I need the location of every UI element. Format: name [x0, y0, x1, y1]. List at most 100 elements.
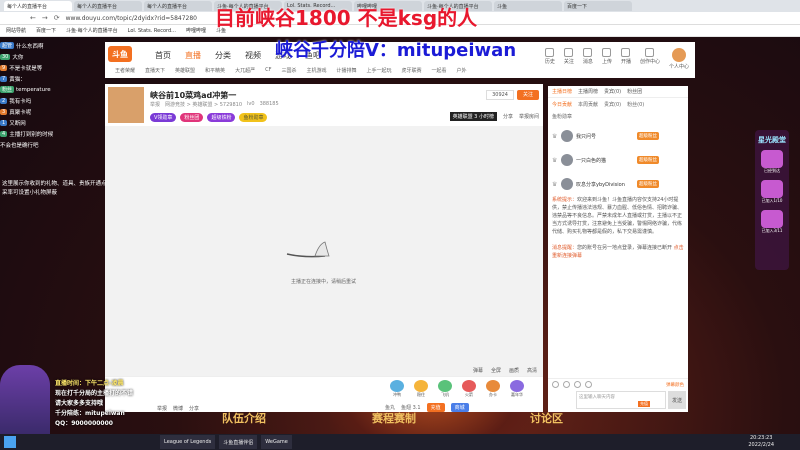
crown-icon: ♛ — [552, 132, 558, 140]
url-input[interactable]: www.douyu.com/topic/2dyidx?rid=5847280 — [66, 15, 197, 22]
tag-superfan[interactable]: 超级铁粉 — [207, 113, 236, 122]
creator-button[interactable]: 创作中心 — [640, 48, 660, 70]
gift-item[interactable]: 火箭 — [459, 380, 479, 398]
tab-weekly-rank[interactable]: 主播周榜 — [578, 88, 598, 95]
notice-system-label: 系统提示： — [552, 197, 578, 203]
subnav-item[interactable]: 上手一起玩 — [367, 67, 392, 74]
bookmark-item[interactable]: Lol. Stats. Record... — [128, 28, 176, 34]
bookmark-item[interactable]: 哔哩哔哩 — [186, 27, 206, 34]
subtab-week[interactable]: 本周贡献 — [578, 101, 598, 108]
tab-vip[interactable]: 贵宾(0) — [604, 88, 621, 95]
gift-item[interactable]: 冲鸭 — [387, 380, 407, 398]
video-player[interactable]: 主播正在连接中，请稍后重试 弹幕 全屏 画质 高清 — [105, 126, 543, 376]
emoji-icon[interactable] — [552, 381, 559, 388]
profile-button[interactable]: 个人中心 — [669, 48, 689, 70]
bookmark-item[interactable]: 网站导航 — [6, 27, 26, 34]
overlay-message: 2 我有卡吗 — [0, 97, 32, 105]
tab-daily-rank[interactable]: 主播日榜 — [552, 88, 572, 95]
subnav-item[interactable]: 虎牙联赛 — [402, 67, 422, 74]
rank-row[interactable]: ♛ 叹息分享ybyDivision 超级粉丝 — [548, 174, 688, 194]
message-button[interactable]: 消息 — [583, 48, 593, 70]
chat-input[interactable]: 这里输入聊天内容 — [576, 391, 666, 409]
follow-button[interactable]: 关注 — [516, 90, 539, 100]
activity-label: 已经到达 — [764, 168, 780, 173]
subnav-item[interactable]: 英雄联盟 — [175, 67, 195, 74]
start-icon[interactable] — [4, 436, 16, 448]
subnav-item[interactable]: 大兀超严 — [235, 67, 255, 74]
subnav-item[interactable]: 计播排舞 — [336, 67, 356, 74]
subnav-item[interactable]: CF — [265, 67, 271, 74]
activity-box[interactable]: 星光殿堂 已经到达 已加入1/10 已加入3/11 — [755, 130, 789, 270]
activity-item[interactable] — [761, 180, 783, 198]
gift-item[interactable]: 嘉年华 — [507, 380, 527, 398]
gift-item[interactable]: 办卡 — [483, 380, 503, 398]
overlay-headline: 目前峡谷1800 不是ksg的人 — [215, 6, 478, 30]
golive-button[interactable]: 开播 — [621, 48, 631, 70]
browser-tab[interactable]: 斗鱼 — [494, 1, 562, 11]
taskbar-item[interactable]: 斗鱼直播伴侣 — [219, 435, 258, 449]
color-icon[interactable] — [585, 381, 592, 388]
subtab-today[interactable]: 今日贡献 — [552, 101, 572, 108]
gift-icon — [390, 380, 404, 392]
browser-tab[interactable]: 每个人的直播平台 — [4, 1, 72, 11]
room-info: 峡谷前10菜鸡ad冲第一 举报 网游竞技 > 英雄联盟 > 5729810 lv… — [105, 84, 543, 126]
gift-item[interactable]: 飞机 — [435, 380, 455, 398]
rank-name: 一只白色的猫 — [576, 157, 607, 164]
upload-button[interactable]: 上传 — [602, 48, 612, 70]
tag-v[interactable]: V领勋章 — [150, 113, 177, 122]
report-link[interactable]: 举报 — [150, 101, 160, 108]
chat-recharge-button[interactable]: 充值 — [638, 401, 650, 407]
rank-row[interactable]: ♛ 一只白色的猫 超级粉丝 — [548, 150, 688, 170]
subnav-item[interactable]: 一起看 — [432, 67, 447, 74]
site-logo[interactable]: 斗鱼 — [108, 46, 132, 62]
browser-tab[interactable]: 每个人的直播平台 — [74, 1, 142, 11]
tag-medal[interactable]: 鱼粉勋章 — [239, 113, 268, 122]
activity-item[interactable] — [761, 150, 783, 168]
subnav-item[interactable]: 三国杀 — [281, 67, 296, 74]
danmaku-color-link[interactable]: 弹幕颜色 — [666, 382, 684, 388]
lock-icon[interactable] — [574, 381, 581, 388]
nav-home[interactable]: 首页 — [155, 50, 171, 61]
subnav-item[interactable]: 户外 — [457, 67, 467, 74]
hourly-rank-badge[interactable]: 英雄联盟 3 小时榜 — [449, 112, 497, 121]
nav-category[interactable]: 分类 — [215, 50, 231, 61]
gift-icon[interactable] — [563, 381, 570, 388]
back-icon[interactable]: ← — [30, 14, 36, 22]
report-room-button[interactable]: 举报房间 — [519, 113, 539, 120]
activity-item[interactable] — [761, 210, 783, 228]
subtab-fans[interactable]: 粉丝(0) — [627, 101, 644, 108]
share-button[interactable]: 分享 — [503, 113, 513, 120]
rank-name: 我只问号 — [576, 133, 597, 140]
subnav-item[interactable]: 和平精英 — [205, 67, 225, 74]
gift-icon — [462, 380, 476, 392]
tab-fanclub[interactable]: 粉丝团 — [627, 88, 642, 95]
forward-icon[interactable]: → — [42, 14, 48, 22]
bookmark-item[interactable]: 斗鱼·每个人的直播平台 — [66, 27, 118, 34]
bookmark-item[interactable]: 百度一下 — [36, 27, 56, 34]
history-button[interactable]: 历史 — [545, 48, 555, 70]
streamer-info-overlay: 直播时间：下午二点-凌晨 现在打千分局的主播打的不错 请大家多多支持哦 千分陪练… — [55, 378, 165, 428]
send-button[interactable]: 发送 — [668, 391, 686, 409]
subnav-item[interactable]: 王者荣耀 — [115, 67, 135, 74]
gift-item[interactable]: 稳住 — [411, 380, 431, 398]
taskbar-item[interactable]: League of Legends — [160, 435, 216, 449]
subnav-item[interactable]: 直播天下 — [145, 67, 165, 74]
browser-tab[interactable]: 每个人的直播平台 — [144, 1, 212, 11]
browser-tab[interactable]: 百度一下 — [564, 1, 632, 11]
quality-button[interactable]: 画质 — [509, 367, 519, 374]
rank-row[interactable]: ♛ 我只问号 超级粉丝 — [548, 126, 688, 146]
rank-badge: 超级粉丝 — [637, 156, 659, 164]
subtab-vip[interactable]: 贵宾(0) — [604, 101, 621, 108]
fullscreen-button[interactable]: 全屏 — [491, 367, 501, 374]
nav-video[interactable]: 视频 — [245, 50, 261, 61]
danmaku-toggle[interactable]: 弹幕 — [473, 367, 483, 374]
taskbar-item[interactable]: WeGame — [261, 435, 292, 449]
follow-button[interactable]: 关注 — [564, 48, 574, 70]
reload-icon[interactable]: ⟳ — [54, 14, 60, 22]
streamer-avatar[interactable] — [108, 87, 144, 123]
subnav-item[interactable]: 主机游戏 — [306, 67, 326, 74]
nav-live[interactable]: 直播 — [185, 50, 201, 61]
hd-button[interactable]: 高清 — [527, 367, 537, 374]
category-link[interactable]: 网游竞技 > 英雄联盟 > 5729810 — [165, 101, 242, 108]
tag-fans[interactable]: 粉丝团 — [180, 113, 204, 122]
